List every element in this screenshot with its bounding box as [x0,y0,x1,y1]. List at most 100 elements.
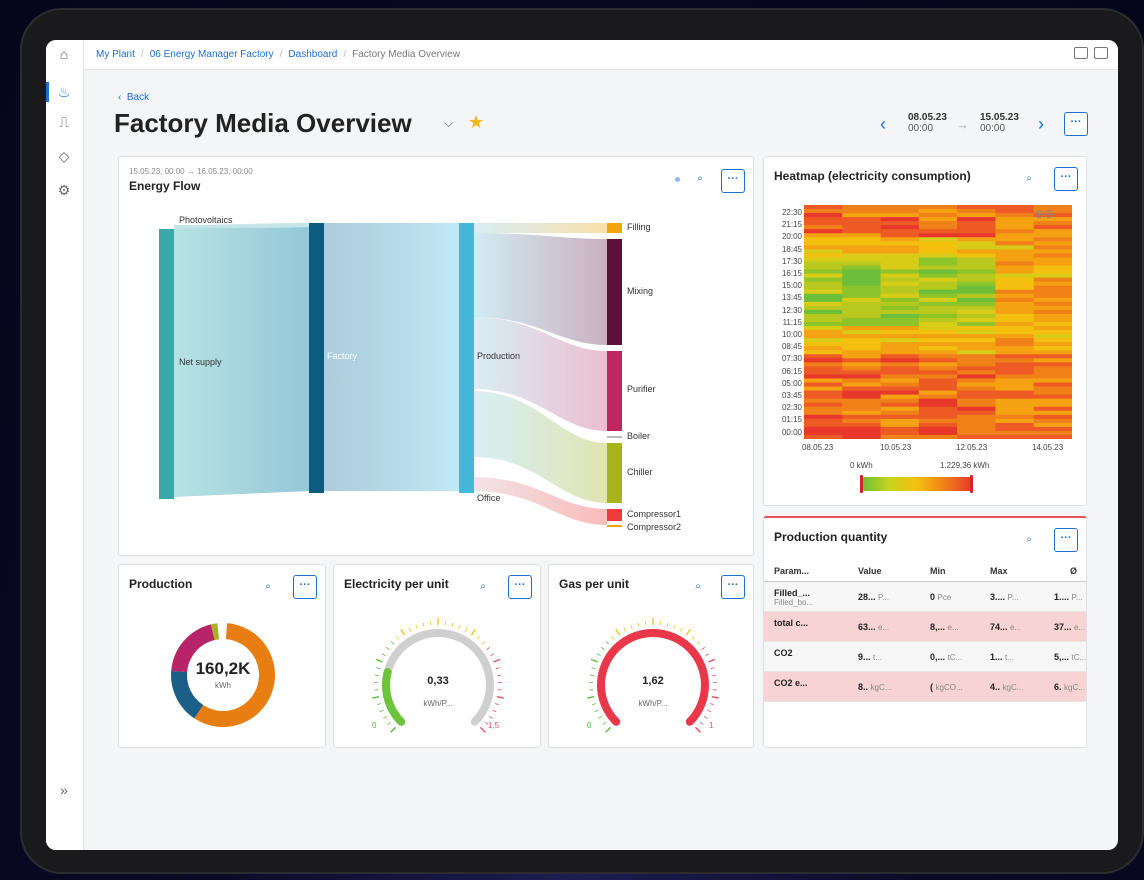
gas-more-button[interactable]: ··· [721,575,745,599]
legend-max-label: 1.229,36 kWh [940,461,990,470]
expand-icon[interactable]: » [54,780,74,800]
page-title: Factory Media Overview [114,108,412,138]
analyze-icon[interactable]: ⌕ [691,581,705,593]
table-cell: total c... [774,612,808,628]
table-row[interactable]: CO2 e... 8.. kgC...( kgCO... 4.. kgC... 6.… [764,672,1086,702]
page-more-button[interactable]: ··· [1064,112,1088,136]
analyze-icon[interactable]: ⌕ [1022,173,1036,185]
label-production: Production [477,351,521,361]
heatmap-cell [957,233,996,238]
heatmap-cell [880,269,920,275]
gauge-tick [470,628,476,636]
map-icon[interactable]: ◇ [54,146,74,166]
heatmap-cell [918,281,958,287]
cell-unit: P... [1007,593,1019,602]
heatmap-cell [880,430,920,436]
cell-unit: tC... [947,653,963,662]
heatmap-cell [918,346,958,351]
legend-min-handle[interactable] [860,475,863,493]
heatmap-more-button[interactable]: ··· [1054,167,1078,191]
analyze-icon[interactable]: ⌕ [1022,534,1036,546]
production-unit: kWh [215,681,231,690]
heatmap-cell [842,354,882,359]
legend-max-handle[interactable] [970,475,973,493]
layout-icon[interactable] [1074,47,1088,59]
heatmap-y-label: 22:30 [781,208,802,217]
heatmap-cell [918,261,958,267]
breadcrumb-my-plant[interactable]: My Plant [96,49,135,60]
heatmap-cell [957,273,996,279]
production-more-button[interactable]: ··· [293,575,317,599]
electricity-more-button[interactable]: ··· [508,575,532,599]
heatmap-cell [1033,338,1072,343]
heatmap-cell [804,241,843,246]
heatmap-cell [842,350,882,355]
panel-icon[interactable] [1094,47,1108,59]
breadcrumb-dashboard[interactable]: Dashboard [288,49,337,60]
plant-icon[interactable]: ♨ [54,82,74,102]
monitor-icon[interactable]: ⎍ [54,112,74,132]
heatmap-cell [957,394,996,400]
heatmap-y-label: 16:15 [781,269,802,278]
zoom-icon[interactable]: ⊕⊖ [1034,207,1054,221]
date-to[interactable]: 15.05.23 00:00 [980,112,1019,134]
col-max[interactable]: Max [990,560,1008,582]
heatmap-cell [957,374,996,379]
heatmap-cell [918,317,958,323]
analyze-icon[interactable]: ⌕ [261,581,275,593]
heatmap-cell [957,237,996,242]
table-row[interactable]: Filled_... Filled_bo... 28... P... 0 Pce 3.… [764,582,1086,612]
heatmap-cell [842,406,882,412]
heatmap-cell [918,285,958,291]
heatmap-cell [957,213,996,218]
cell-value: 5,... [1054,652,1070,662]
heatmap-cell [842,370,882,375]
col-param[interactable]: Param... [774,560,809,582]
heatmap-cell [957,358,996,363]
heatmap-cell [918,394,958,400]
previous-range-button[interactable]: ‹ [880,114,886,135]
table-cell: 28... P... [858,582,889,613]
heatmap-cell [1033,293,1072,299]
heatmap-cell [842,430,882,436]
heatmap-cell [918,382,958,388]
heatmap-cell [842,261,882,267]
star-icon[interactable]: ★ [468,112,484,133]
heatmap-cell [880,277,920,283]
date-from-day: 08.05.23 [908,112,947,123]
heatmap-y-label: 05:00 [781,378,802,388]
heatmap-cell [957,261,996,267]
production-quantity-more-button[interactable]: ··· [1054,528,1078,552]
col-avg[interactable]: Ø [1070,560,1077,582]
heatmap-cell [1033,245,1072,250]
label-purifier: Purifier [627,384,656,394]
next-range-button[interactable]: › [1038,114,1044,135]
date-from[interactable]: 08.05.23 00:00 [908,112,947,134]
heatmap-cell [880,346,920,351]
col-value[interactable]: Value [858,560,882,582]
heatmap-cell [804,269,843,275]
analyze-icon[interactable]: ⌕ [476,581,490,593]
chevron-down-icon[interactable]: ⌵ [444,116,453,131]
heatmap-cell [995,229,1035,234]
heatmap-cell [995,410,1035,416]
heatmap-cell [995,430,1035,436]
table-row[interactable]: CO2 9... t... 0,... tC... 1... t... 5,... t… [764,642,1086,672]
heatmap-legend-bar[interactable] [862,477,972,491]
heatmap-cell [880,326,920,331]
back-link[interactable]: ‹ Back [118,92,149,103]
gear-icon[interactable]: ⚙ [54,180,74,200]
heatmap-cell [995,374,1035,379]
date-to-day: 15.05.23 [980,112,1019,123]
heatmap-cell [918,237,958,242]
heatmap-cell [842,382,882,388]
table-cell: Filled_... Filled_bo... [774,582,813,608]
heatmap-cell [957,269,996,275]
heatmap-cell [918,410,958,416]
heatmap-cell [1033,265,1072,271]
gauge-tick [711,696,719,699]
breadcrumb-energy-manager[interactable]: 06 Energy Manager Factory [150,49,274,60]
table-row[interactable]: total c... 63... e... 8,... e... 74... e..… [764,612,1086,642]
home-icon[interactable]: ⌂ [54,44,74,64]
col-min[interactable]: Min [930,560,946,582]
